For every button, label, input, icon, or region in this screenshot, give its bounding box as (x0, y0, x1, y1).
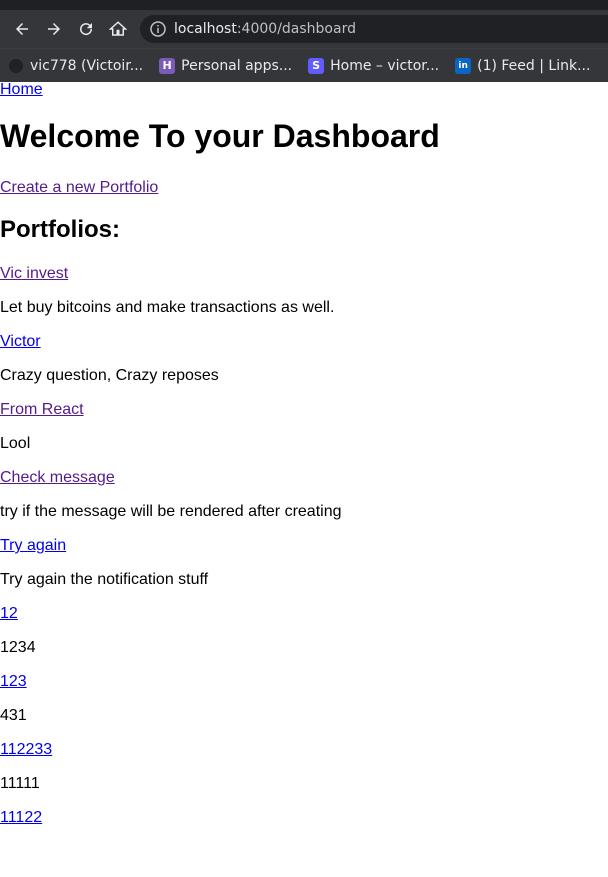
portfolio-item: Try again Try again the notification stu… (0, 537, 608, 605)
stripe-icon: S (308, 57, 325, 74)
portfolio-title-link[interactable]: From React (0, 401, 608, 435)
bookmark-label: vic778 (Victoir... (30, 57, 144, 74)
back-button[interactable] (6, 10, 38, 48)
bookmark-heroku[interactable]: H Personal apps... (159, 57, 293, 74)
github-icon (8, 57, 24, 74)
home-icon (109, 21, 127, 36)
arrow-right-icon (48, 23, 60, 35)
portfolio-item: 112233 11111 (0, 741, 608, 809)
info-icon[interactable] (150, 21, 166, 37)
portfolio-description: Lool (0, 435, 31, 452)
portfolio-title-link[interactable]: Vic invest (0, 265, 608, 299)
portfolio-item: Vic invest Let buy bitcoins and make tra… (0, 265, 608, 333)
bookmarks-bar: vic778 (Victoir... H Personal apps... S … (0, 48, 608, 82)
arrow-left-icon (16, 23, 28, 35)
home-link[interactable]: Home (0, 81, 43, 99)
portfolio-item: 123 431 (0, 673, 608, 741)
url-text: localhost:4000/dashboard (174, 21, 356, 37)
url-host: localhost (174, 21, 237, 37)
url-path: :4000/dashboard (236, 21, 356, 37)
create-portfolio-link[interactable]: Create a new Portfolio (0, 179, 158, 197)
portfolio-description: try if the message will be rendered afte… (0, 503, 342, 520)
tab-strip (0, 0, 608, 10)
browser-toolbar: localhost:4000/dashboard (0, 10, 608, 48)
bookmark-stripe[interactable]: S Home – victor... (308, 57, 440, 74)
reload-button[interactable] (70, 10, 102, 48)
portfolio-title-link[interactable]: Check message (0, 469, 608, 503)
portfolio-title-link[interactable]: 112233 (0, 741, 608, 775)
portfolio-item: From React Lool (0, 401, 608, 469)
portfolio-item: 12 1234 (0, 605, 608, 673)
portfolios-heading: Portfolios: (0, 216, 120, 243)
address-bar[interactable]: localhost:4000/dashboard (140, 15, 608, 43)
portfolio-description: 11111 (0, 775, 40, 792)
heroku-icon: H (159, 57, 176, 74)
reload-icon (80, 23, 93, 36)
bookmark-label: (1) Feed | Link... (477, 57, 591, 74)
bookmark-label: Personal apps... (181, 57, 293, 74)
portfolio-item: Victor Crazy question, Crazy reposes (0, 333, 608, 401)
portfolio-description: 1234 (0, 639, 36, 656)
portfolio-title-link[interactable]: 11122 (0, 809, 608, 843)
portfolio-description: Crazy question, Crazy reposes (0, 367, 219, 384)
portfolio-title-link[interactable]: 12 (0, 605, 608, 639)
linkedin-icon: in (455, 57, 472, 74)
forward-button[interactable] (38, 10, 70, 48)
portfolio-title-link[interactable]: 123 (0, 673, 608, 707)
portfolio-description: Try again the notification stuff (0, 571, 209, 588)
portfolio-item: 11122 (0, 809, 608, 877)
bookmark-linkedin[interactable]: in (1) Feed | Link... (455, 57, 591, 74)
home-button[interactable] (102, 10, 134, 48)
portfolio-description: Let buy bitcoins and make transactions a… (0, 299, 335, 316)
page-title: Welcome To your Dashboard (0, 118, 440, 154)
portfolio-item: Check message try if the message will be… (0, 469, 608, 537)
portfolio-title-link[interactable]: Victor (0, 333, 608, 367)
portfolio-title-link[interactable]: Try again (0, 537, 608, 571)
portfolio-description: 431 (0, 707, 27, 724)
bookmark-github[interactable]: vic778 (Victoir... (8, 57, 144, 74)
portfolio-list: Vic invest Let buy bitcoins and make tra… (0, 265, 608, 877)
bookmark-label: Home – victor... (330, 57, 440, 74)
